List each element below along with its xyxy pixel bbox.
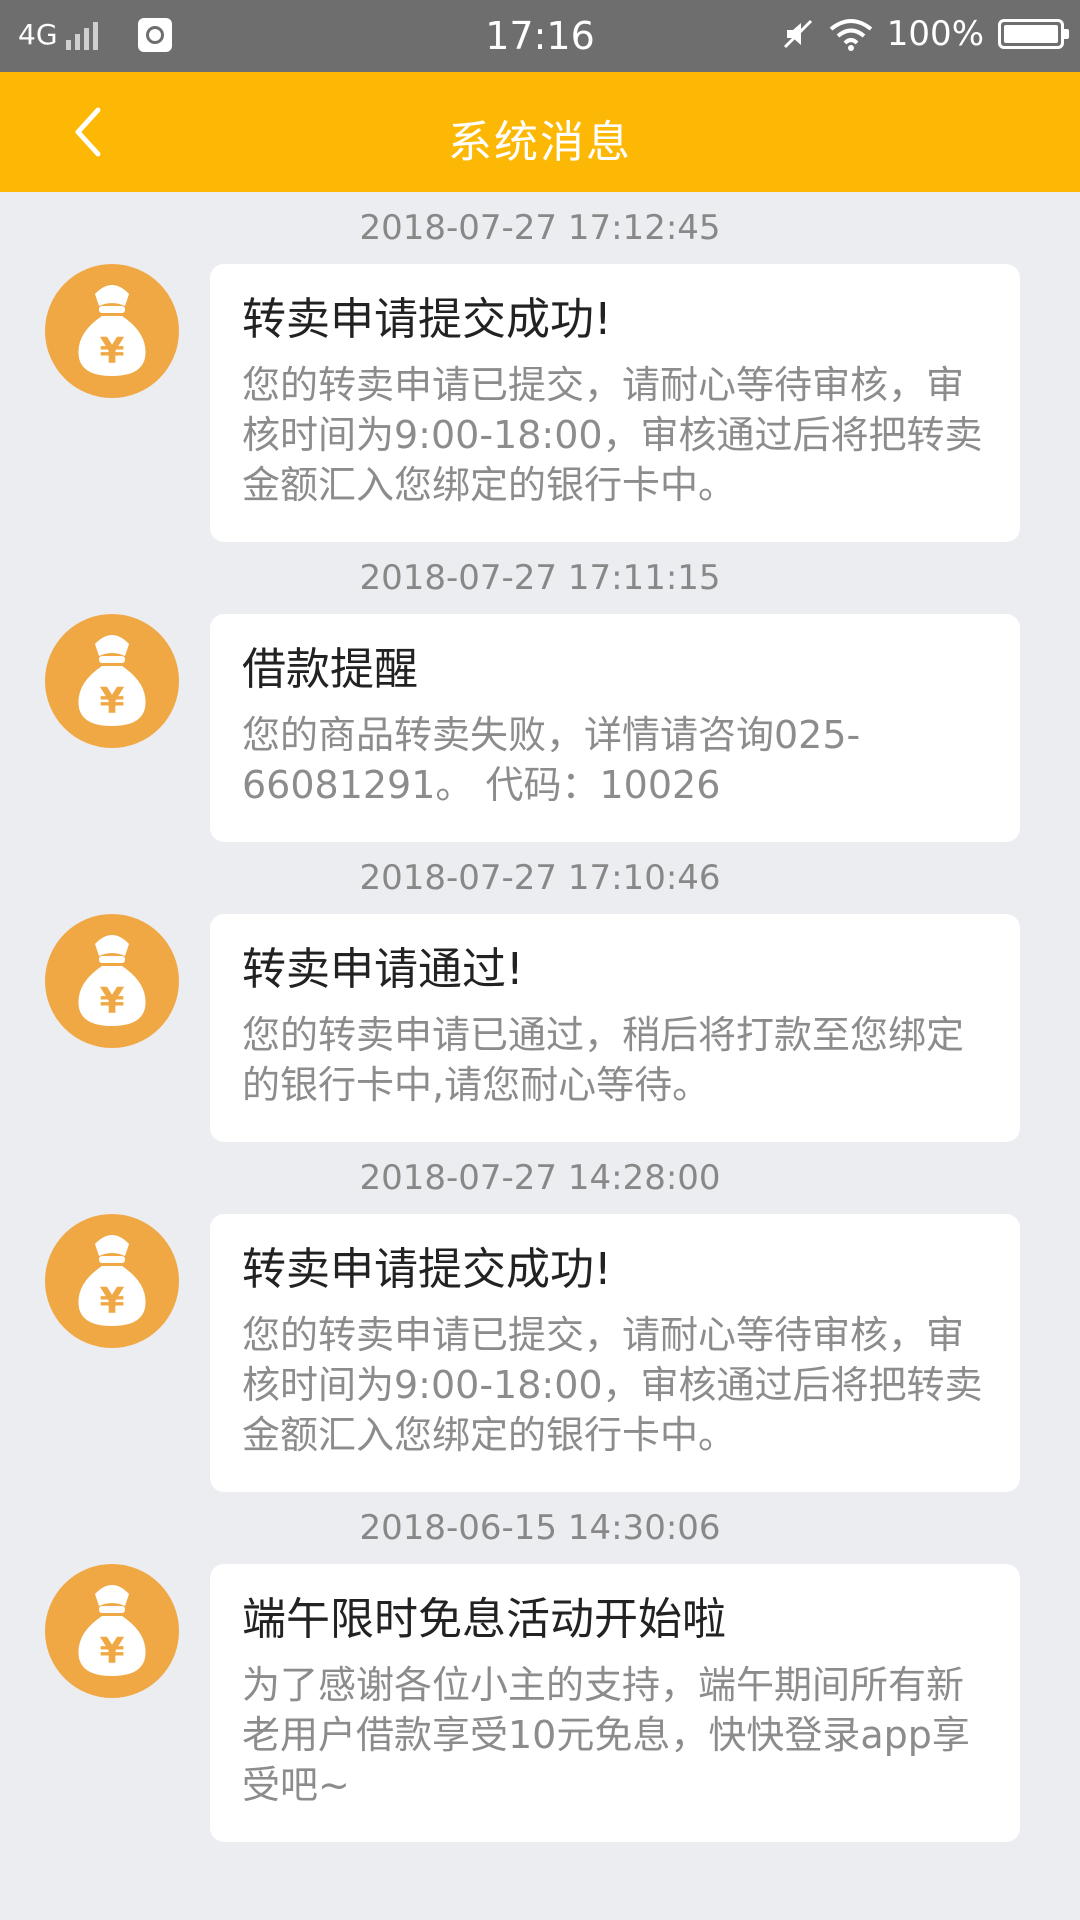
money-bag-icon: ¥ xyxy=(78,635,146,726)
svg-text:¥: ¥ xyxy=(99,331,124,372)
avatar: ¥ xyxy=(45,1214,179,1348)
message-title: 转卖申请通过! xyxy=(242,944,524,995)
money-bag-icon: ¥ xyxy=(78,1235,146,1326)
avatar: ¥ xyxy=(45,914,179,1048)
mute-icon xyxy=(783,19,812,49)
message-time: 2018-07-27 14:28:00 xyxy=(359,1158,721,1198)
message-title: 转卖申请提交成功! xyxy=(242,1244,612,1295)
avatar: ¥ xyxy=(45,614,179,748)
svg-text:¥: ¥ xyxy=(99,681,124,722)
message-time: 2018-07-27 17:12:45 xyxy=(359,208,721,248)
message-item[interactable]: 2018-07-27 17:11:15 ¥ 借款提醒 您的商品转卖失败，详情请咨… xyxy=(0,542,1080,842)
money-bag-icon: ¥ xyxy=(78,285,146,376)
message-time: 2018-07-27 17:11:15 xyxy=(359,558,721,598)
battery-percent: 100% xyxy=(886,14,984,54)
wifi-icon xyxy=(829,19,873,51)
header-bar: 系统消息 xyxy=(0,72,1080,192)
message-card[interactable]: 借款提醒 您的商品转卖失败，详情请咨询025-66081291。 代码：1002… xyxy=(210,614,1020,842)
battery-icon xyxy=(998,19,1069,49)
avatar: ¥ xyxy=(45,1564,179,1698)
message-body: 您的转卖申请已提交，请耐心等待审核，审核时间为9:00-18:00，审核通过后将… xyxy=(242,1313,983,1457)
svg-text:¥: ¥ xyxy=(99,1281,124,1322)
message-card[interactable]: 转卖申请通过! 您的转卖申请已通过，稍后将打款至您绑定的银行卡中,请您耐心等待。 xyxy=(210,914,1020,1142)
message-list[interactable]: 2018-07-27 17:12:45 ¥ 转卖申请提交成功! 您的转卖申请已提… xyxy=(0,192,1080,1842)
message-title: 转卖申请提交成功! xyxy=(242,294,612,345)
message-body: 为了感谢各位小主的支持，端午期间所有新老用户借款享受10元免息，快快登录app享… xyxy=(242,1663,970,1807)
message-body: 您的商品转卖失败，详情请咨询025-66081291。 代码：10026 xyxy=(242,713,861,807)
message-time: 2018-07-27 17:10:46 xyxy=(359,858,721,898)
message-item[interactable]: 2018-07-27 17:12:45 ¥ 转卖申请提交成功! 您的转卖申请已提… xyxy=(0,192,1080,542)
money-bag-icon: ¥ xyxy=(78,1585,146,1676)
money-bag-icon: ¥ xyxy=(78,935,146,1026)
svg-text:¥: ¥ xyxy=(99,981,124,1022)
message-title: 端午限时免息活动开始啦 xyxy=(242,1594,726,1645)
message-body: 您的转卖申请已提交，请耐心等待审核，审核时间为9:00-18:00，审核通过后将… xyxy=(242,363,983,507)
page-title: 系统消息 xyxy=(448,117,632,168)
message-item[interactable]: 2018-06-15 14:30:06 ¥ 端午限时免息活动开始啦 为了感谢各位… xyxy=(0,1492,1080,1842)
avatar: ¥ xyxy=(45,264,179,398)
status-right: 100% xyxy=(781,14,1069,54)
message-item[interactable]: 2018-07-27 17:10:46 ¥ 转卖申请通过! 您的转卖申请已通过，… xyxy=(0,842,1080,1142)
message-body: 您的转卖申请已通过，稍后将打款至您绑定的银行卡中,请您耐心等待。 xyxy=(242,1013,965,1107)
message-item[interactable]: 2018-07-27 14:28:00 ¥ 转卖申请提交成功! 您的转卖申请已提… xyxy=(0,1142,1080,1492)
message-card[interactable]: 端午限时免息活动开始啦 为了感谢各位小主的支持，端午期间所有新老用户借款享受10… xyxy=(210,1564,1020,1842)
status-bar: 4G 17:16 100% xyxy=(0,0,1080,72)
message-title: 借款提醒 xyxy=(242,644,418,695)
svg-text:¥: ¥ xyxy=(99,1631,124,1672)
message-card[interactable]: 转卖申请提交成功! 您的转卖申请已提交，请耐心等待审核，审核时间为9:00-18… xyxy=(210,264,1020,542)
message-time: 2018-06-15 14:30:06 xyxy=(359,1508,721,1548)
message-card[interactable]: 转卖申请提交成功! 您的转卖申请已提交，请耐心等待审核，审核时间为9:00-18… xyxy=(210,1214,1020,1492)
